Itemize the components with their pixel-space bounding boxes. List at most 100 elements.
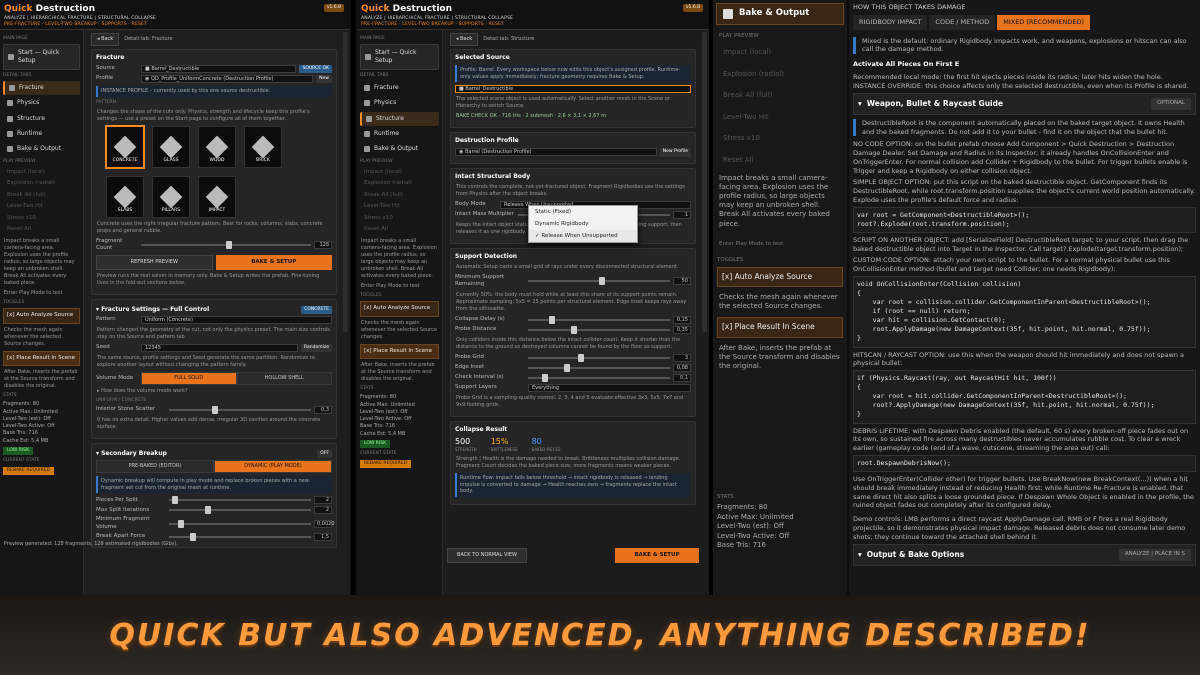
nav-bake-output[interactable]: Bake & Output — [3, 142, 80, 156]
toggle-auto-analyze[interactable]: [x] Auto Analyze Source — [717, 267, 843, 288]
slider-handle[interactable] — [570, 325, 577, 334]
pg-value[interactable]: 3 — [673, 353, 691, 362]
preset-pillars[interactable]: PILLARS — [152, 175, 190, 218]
play-reset[interactable]: Reset All — [360, 224, 439, 235]
play-level-two[interactable]: Level-Two Hit — [3, 201, 80, 212]
ci-slider[interactable] — [528, 373, 670, 382]
code-block-explode[interactable]: var root = GetComponent<DestructibleRoot… — [853, 206, 1196, 233]
nav-structure[interactable]: Structure — [360, 111, 439, 126]
code-block-collision[interactable]: void OnCollisionEnter(Collision collisio… — [853, 275, 1196, 348]
play-reset[interactable]: Reset All — [3, 224, 80, 235]
slider-handle[interactable] — [542, 373, 549, 382]
pps-value[interactable]: 2 — [314, 496, 332, 505]
profile-field[interactable]: ◉ QD_Profile_UniformConcrete (Destructio… — [141, 74, 314, 83]
cd-slider[interactable] — [528, 315, 670, 324]
play-break-all[interactable]: Break All (full) — [3, 190, 80, 201]
nav-physics[interactable]: Physics — [3, 96, 80, 110]
play-stress[interactable]: Stress x10 — [713, 128, 847, 149]
option-release-row[interactable]: ✓ Release When Unsupported — [529, 230, 637, 242]
code-block-raycast[interactable]: if (Physics.Raycast(ray, out RaycastHit … — [853, 370, 1196, 424]
baf-slider[interactable] — [169, 533, 311, 542]
output-bake-header[interactable]: ▾ Output & Bake Options ANALYZE | PLACE IN… — [853, 544, 1196, 566]
nav-runtime[interactable]: Runtime — [3, 127, 80, 141]
weapon-guide-header[interactable]: ▾ Weapon, Bullet & Raycast Guide OPTIONAL — [853, 93, 1196, 115]
support-layers-dropdown[interactable]: Everything — [528, 383, 691, 392]
nav-fracture[interactable]: Fracture — [3, 81, 80, 96]
tab-code-method[interactable]: CODE / METHOD — [929, 14, 996, 30]
tab-rigidbody-impact[interactable]: RIGIDBODY IMPACT — [853, 14, 928, 30]
new-profile-button[interactable]: New Profile — [659, 148, 691, 157]
toggle-place-result[interactable]: [x] Place Result In Scene — [3, 350, 80, 367]
slider-handle[interactable] — [226, 241, 232, 250]
bake-setup-button[interactable]: BAKE & SETUP — [615, 547, 699, 563]
pps-slider[interactable] — [169, 496, 311, 505]
interior-slider[interactable] — [169, 406, 311, 415]
slider-handle[interactable] — [549, 315, 556, 324]
back-button[interactable]: ◂ Back — [450, 33, 479, 46]
play-impact[interactable]: Impact (local) — [360, 167, 439, 178]
toggle-auto-analyze[interactable]: [x] Auto Analyze Source — [360, 301, 439, 317]
option-static[interactable]: Static (Fixed) — [529, 206, 637, 218]
pre-baked-option[interactable]: PRE-BAKED (EDITOR) — [96, 460, 214, 473]
preset-concrete[interactable]: CONCRETE — [105, 124, 145, 169]
play-explosion[interactable]: Explosion (radial) — [360, 178, 439, 189]
mfv-slider[interactable] — [169, 519, 311, 528]
pattern-dropdown[interactable]: Uniform (Concrete) — [141, 316, 332, 325]
option-dynamic[interactable]: Dynamic Rigidbody — [529, 218, 637, 230]
dp-field[interactable]: ◉ Barrel (Destruction Profile) — [455, 148, 657, 157]
play-impact[interactable]: Impact (local) — [713, 42, 847, 63]
slider-handle[interactable] — [577, 353, 584, 362]
back-button[interactable]: ◂ Back — [91, 33, 120, 46]
seed-field[interactable]: 12345 — [141, 344, 298, 353]
code-block-despawn[interactable]: root.DespawnDebrisNow(); — [853, 454, 1196, 472]
toggle-auto-analyze[interactable]: [x] Auto Analyze Source — [3, 308, 80, 324]
nav-start-button[interactable]: Start — Quick Setup — [360, 44, 439, 71]
new-profile-button[interactable]: New — [316, 74, 332, 83]
slider-handle[interactable] — [190, 533, 197, 542]
selected-source-field[interactable]: ■ Barrel_Destructible — [455, 85, 691, 94]
fragment-count-slider[interactable] — [141, 241, 311, 250]
nav-bake-output[interactable]: Bake & Output — [360, 142, 439, 156]
preset-impact[interactable]: IMPACT — [198, 175, 236, 218]
play-explosion[interactable]: Explosion (radial) — [3, 178, 80, 189]
ei-slider[interactable] — [528, 363, 670, 372]
pg-slider[interactable] — [528, 353, 670, 362]
bake-setup-button[interactable]: BAKE & SETUP — [215, 254, 332, 271]
mfv-value[interactable]: 0,0020 — [314, 519, 335, 528]
refresh-preview-button[interactable]: REFRESH PREVIEW — [96, 254, 213, 270]
slider-handle[interactable] — [211, 406, 218, 415]
hollow-shell-option[interactable]: HOLLOW SHELL — [236, 372, 332, 385]
nav-fracture[interactable]: Fracture — [360, 81, 439, 95]
mass-value[interactable]: 1 — [673, 210, 691, 219]
ei-value[interactable]: 0,08 — [673, 363, 691, 372]
play-level-two[interactable]: Level-Two Hit — [713, 107, 847, 128]
msr-value[interactable]: 50 — [673, 277, 691, 286]
nav-physics[interactable]: Physics — [360, 96, 439, 110]
activate-all-label[interactable]: Activate All Pieces On First E — [853, 60, 1196, 69]
slider-handle[interactable] — [177, 519, 184, 528]
preset-slabs[interactable]: SLABS — [106, 175, 144, 218]
play-explosion[interactable]: Explosion (radial) — [713, 64, 847, 85]
ci-value[interactable]: 0,1 — [673, 373, 691, 382]
play-break-all[interactable]: Break All (full) — [713, 85, 847, 106]
scrollbar[interactable] — [702, 32, 707, 332]
play-reset[interactable]: Reset All — [713, 150, 847, 171]
toggle-place-result[interactable]: [x] Place Result In Scene — [360, 343, 439, 360]
nav-start-button[interactable]: Start — Quick Setup — [3, 44, 80, 71]
msr-slider[interactable] — [528, 277, 670, 286]
nav-structure[interactable]: Structure — [3, 112, 80, 126]
scrollbar[interactable] — [343, 32, 348, 332]
play-level-two[interactable]: Level-Two Hit — [360, 201, 439, 212]
full-solid-option[interactable]: FULL SOLID — [141, 372, 237, 385]
randomize-button[interactable]: Randomize — [300, 344, 332, 353]
play-stress[interactable]: Stress x10 — [3, 213, 80, 224]
slider-handle[interactable] — [563, 363, 570, 372]
preset-brick[interactable]: BRICK — [244, 125, 282, 168]
slider-handle[interactable] — [171, 496, 178, 505]
interior-value[interactable]: 0,3 — [314, 406, 332, 415]
play-impact[interactable]: Impact (local) — [3, 167, 80, 178]
preset-glass[interactable]: GLASS — [152, 125, 190, 168]
pd-value[interactable]: 0,35 — [673, 325, 691, 334]
fragment-count-value[interactable]: 128 — [314, 241, 332, 250]
baf-value[interactable]: 1,5 — [314, 533, 332, 542]
